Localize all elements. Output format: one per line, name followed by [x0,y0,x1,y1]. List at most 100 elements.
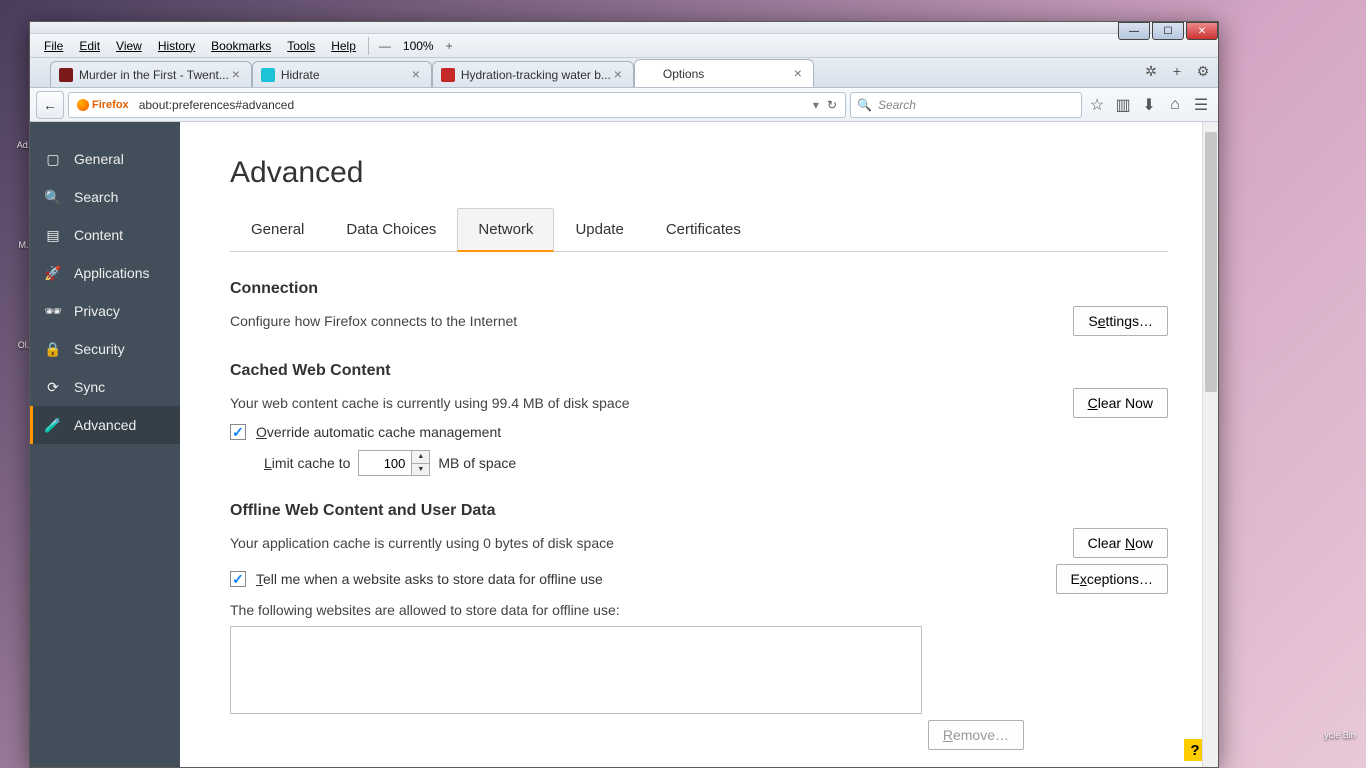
tab-close[interactable]: × [611,68,625,82]
limit-label-pre: Limit cache to [264,455,350,471]
sync-icon: ⟳ [44,378,62,396]
menu-view[interactable]: View [108,36,150,56]
tab-label: Hydration-tracking water b... [461,68,611,82]
gear-icon[interactable]: ✲ [1142,62,1160,80]
content-icon: ▤ [44,226,62,244]
favicon [59,68,73,82]
tell-checkbox[interactable]: ✓ [230,571,246,587]
cache-limit-input[interactable]: ▲ ▼ [358,450,430,476]
sidebar-item-label: Security [74,341,125,357]
favicon [441,68,455,82]
url-bar[interactable]: Firefox about:preferences#advanced ▾ ↻ [68,92,846,118]
sidebar-item-privacy[interactable]: 🕶 Privacy [30,292,180,330]
firefox-window: ― ☐ ✕ File Edit View History Bookmarks T… [29,21,1219,768]
subtab-update[interactable]: Update [554,208,644,251]
favicon [643,67,657,81]
subtab-certificates[interactable]: Certificates [645,208,762,251]
sidebar-item-content[interactable]: ▤ Content [30,216,180,254]
tab-hydration[interactable]: Hydration-tracking water b... × [432,61,634,87]
home-icon[interactable]: ⌂ [1164,94,1186,116]
tab-murder[interactable]: Murder in the First - Twent... × [50,61,252,87]
tab-strip: Murder in the First - Twent... × Hidrate… [30,58,1218,88]
zoom-in[interactable]: + [440,39,459,53]
new-tab-plus-icon[interactable]: + [1168,62,1186,80]
sidebar-item-label: Advanced [74,417,136,433]
reader-icon[interactable]: ▥ [1112,94,1134,116]
search-placeholder: Search [878,98,916,112]
sidebar-item-general[interactable]: ▢ General [30,140,180,178]
sidebar-item-advanced[interactable]: 🧪 Advanced [30,406,180,444]
subtab-network[interactable]: Network [457,208,554,252]
menu-file[interactable]: File [36,36,71,56]
sidebar-item-label: Search [74,189,118,205]
cache-limit-field[interactable] [359,451,411,475]
window-titlebar[interactable]: ― ☐ ✕ [30,22,1218,34]
spin-up[interactable]: ▲ [412,451,429,464]
subtab-general[interactable]: General [230,208,325,251]
exceptions-button[interactable]: Exceptions… [1056,564,1169,594]
bookmark-star-icon[interactable]: ☆ [1086,94,1108,116]
tab-close[interactable]: × [229,68,243,82]
search-bar[interactable]: 🔍 Search [850,92,1082,118]
cache-clear-button[interactable]: Clear Now [1073,388,1168,418]
offline-heading: Offline Web Content and User Data [230,502,1168,520]
search-icon: 🔍 [857,98,872,112]
menu-history[interactable]: History [150,36,203,56]
sidebar-item-label: Applications [74,265,150,281]
subtab-data-choices[interactable]: Data Choices [325,208,457,251]
override-checkbox[interactable]: ✓ [230,424,246,440]
window-close-button[interactable]: ✕ [1186,22,1218,40]
puzzle-icon[interactable]: ⚙ [1194,62,1212,80]
tab-close[interactable]: × [791,67,805,81]
spin-down[interactable]: ▼ [412,464,429,476]
cache-desc: Your web content cache is currently usin… [230,395,629,411]
limit-cache-row: Limit cache to ▲ ▼ MB of space [264,450,1168,476]
tab-label: Options [663,67,791,81]
search-icon: 🔍 [44,188,62,206]
preferences-main: Advanced General Data Choices Network Up… [180,122,1218,767]
reload-icon[interactable]: ↻ [823,98,841,112]
sidebar-item-applications[interactable]: 🚀 Applications [30,254,180,292]
downloads-icon[interactable]: ⬇ [1138,94,1160,116]
hamburger-menu-icon[interactable]: ☰ [1190,94,1212,116]
offline-sites-listbox[interactable] [230,626,922,714]
tell-label: Tell me when a website asks to store dat… [256,571,603,587]
menu-divider [368,37,369,55]
advanced-icon: 🧪 [44,416,62,434]
limit-label-post: MB of space [438,455,516,471]
connection-settings-button[interactable]: Settings… [1073,306,1168,336]
zoom-level[interactable]: 100% [397,39,440,53]
url-text[interactable]: about:preferences#advanced [135,98,809,112]
section-offline: Offline Web Content and User Data Your a… [230,502,1168,750]
window-minimize-button[interactable]: ― [1118,22,1150,40]
tab-close[interactable]: × [409,68,423,82]
sidebar-item-search[interactable]: 🔍 Search [30,178,180,216]
tab-label: Murder in the First - Twent... [79,68,229,82]
page-title: Advanced [230,156,1168,190]
menu-help[interactable]: Help [323,36,364,56]
menu-bookmarks[interactable]: Bookmarks [203,36,279,56]
tab-label: Hidrate [281,68,409,82]
sidebar-item-security[interactable]: 🔒 Security [30,330,180,368]
section-cache: Cached Web Content Your web content cach… [230,362,1168,476]
offline-clear-button[interactable]: Clear Now [1073,528,1168,558]
zoom-reset[interactable]: — [373,39,397,53]
scrollbar-thumb[interactable] [1205,132,1217,392]
identity-badge[interactable]: Firefox [73,98,133,112]
tab-options[interactable]: Options × [634,59,814,87]
preferences-sidebar: ▢ General 🔍 Search ▤ Content 🚀 Applicati… [30,122,180,767]
back-button[interactable]: ← [36,91,64,119]
menu-tools[interactable]: Tools [279,36,323,56]
menu-edit[interactable]: Edit [71,36,108,56]
sidebar-item-sync[interactable]: ⟳ Sync [30,368,180,406]
section-connection: Connection Configure how Firefox connect… [230,280,1168,336]
favicon [261,68,275,82]
connection-desc: Configure how Firefox connects to the In… [230,313,517,329]
vertical-scrollbar[interactable] [1202,122,1218,767]
window-maximize-button[interactable]: ☐ [1152,22,1184,40]
advanced-subtabs: General Data Choices Network Update Cert… [230,208,1168,252]
url-dropdown-icon[interactable]: ▾ [809,98,823,112]
tab-hidrate[interactable]: Hidrate × [252,61,432,87]
sidebar-item-label: Privacy [74,303,120,319]
cache-heading: Cached Web Content [230,362,1168,380]
